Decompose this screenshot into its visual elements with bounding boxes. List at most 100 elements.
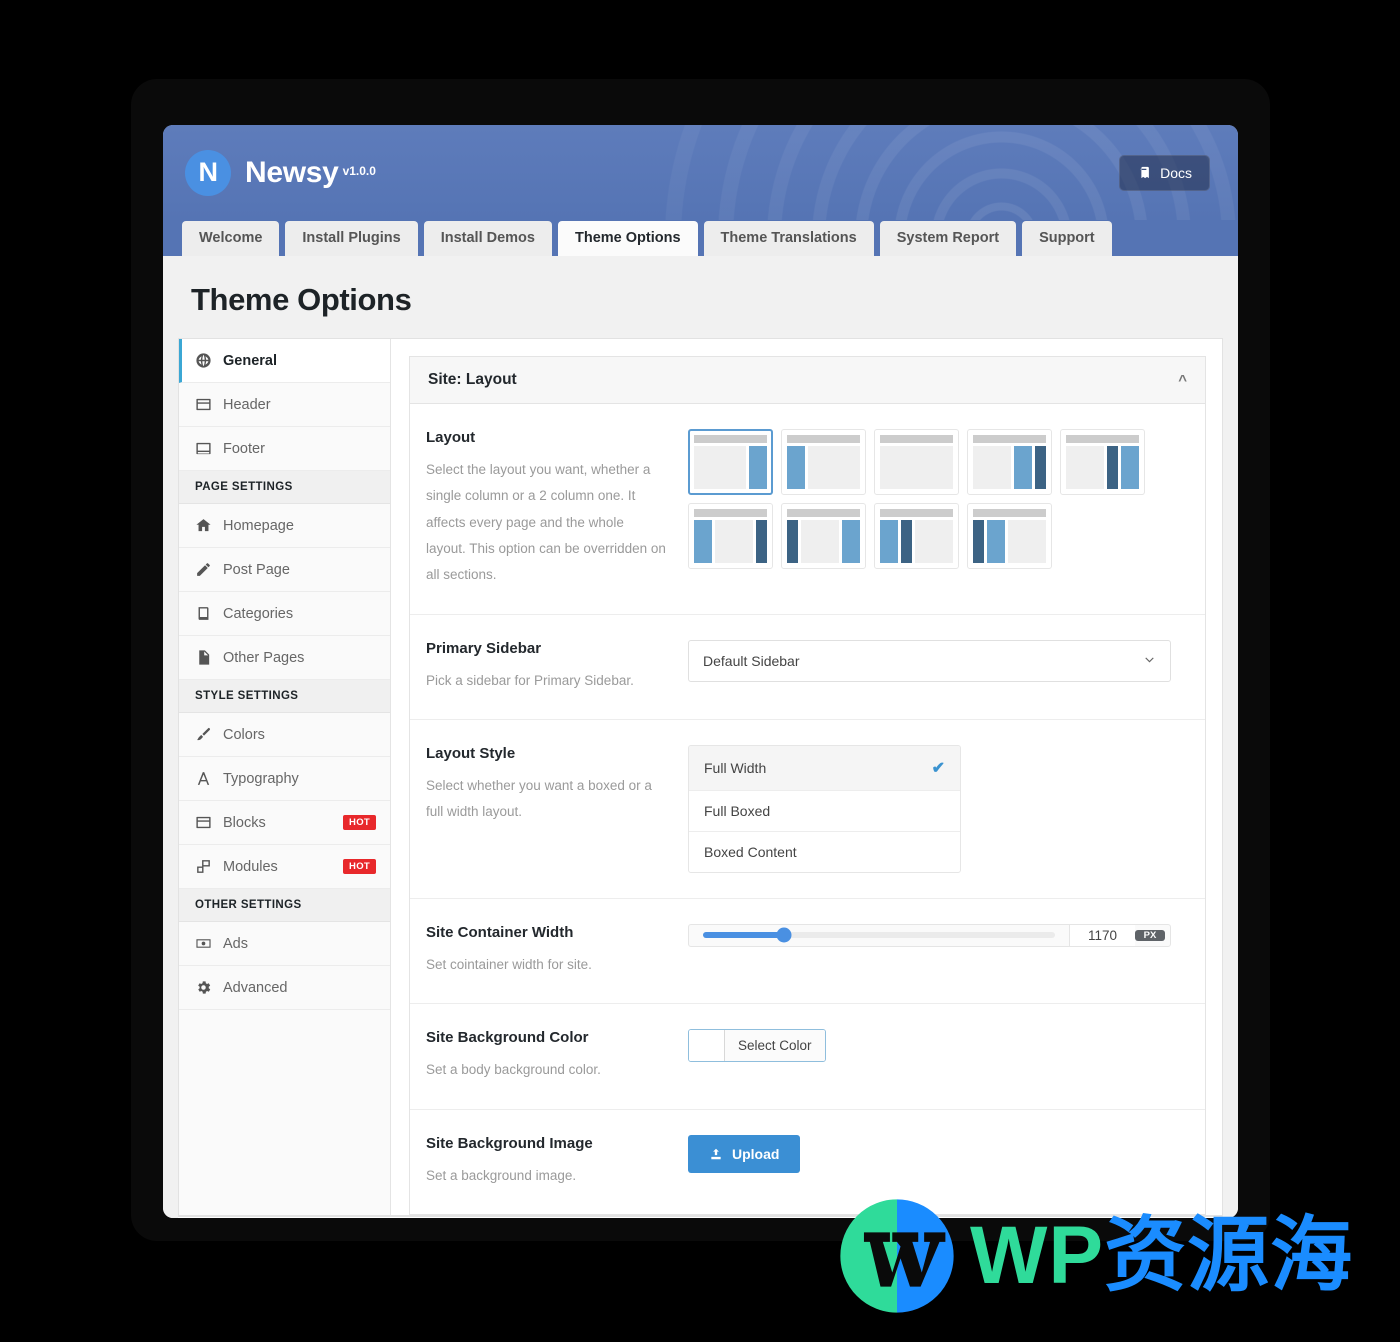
book-icon (195, 605, 212, 622)
layout-style-options: Full Width ✔ Full Boxed Boxed Content (688, 744, 961, 873)
sidebar-item-label: Categories (223, 605, 294, 622)
block-icon (195, 814, 212, 831)
sidebar-item-other-pages[interactable]: Other Pages (179, 636, 390, 680)
tab-theme-translations[interactable]: Theme Translations (703, 220, 874, 256)
field-description: Set a background image. (426, 1167, 577, 1183)
layout-option-left-right-sidebars[interactable] (688, 503, 773, 569)
brush-icon (195, 726, 212, 743)
footer-layout-icon (195, 440, 212, 457)
sidebar-item-label: Homepage (223, 517, 294, 534)
docs-button[interactable]: Docs (1119, 154, 1210, 191)
sidebar-item-header[interactable]: Header (179, 383, 390, 427)
tab-install-demos[interactable]: Install Demos (423, 220, 552, 256)
slider-track-area[interactable] (689, 925, 1069, 946)
layout-option-left-right-sidebars-alt[interactable] (781, 503, 866, 569)
sidebar-item-post-page[interactable]: Post Page (179, 548, 390, 592)
field-label: Layout Style Select whether you want a b… (426, 745, 688, 873)
globe-icon (195, 352, 212, 369)
check-icon: ✔ (931, 759, 945, 777)
field-layout-style: Layout Style Select whether you want a b… (410, 720, 1205, 899)
layout-style-option-full-boxed[interactable]: Full Boxed (689, 791, 960, 832)
sidebar-item-colors[interactable]: Colors (179, 713, 390, 757)
select-value: Default Sidebar (703, 652, 800, 669)
wordpress-logo-icon (840, 1199, 954, 1313)
letter-a-icon (195, 770, 212, 787)
field-control: 1170 PX (688, 923, 1187, 978)
option-label: Full Boxed (704, 802, 771, 819)
layout-style-option-full-width[interactable]: Full Width ✔ (689, 745, 960, 791)
tab-welcome[interactable]: Welcome (182, 220, 280, 256)
field-title: Layout Style (426, 744, 516, 762)
chevron-up-icon[interactable]: ^ (1178, 372, 1187, 389)
field-title: Site Background Color (426, 1029, 589, 1047)
book-icon (1137, 165, 1152, 180)
sidebar-item-homepage[interactable]: Homepage (179, 504, 390, 548)
sidebar-item-advanced[interactable]: Advanced (179, 966, 390, 1010)
brand-header: N Newsy v1.0.0 Docs (163, 125, 1238, 220)
layout-option-left-two-sidebars[interactable] (874, 503, 959, 569)
tab-install-plugins[interactable]: Install Plugins (285, 220, 418, 256)
field-control: Select Color (688, 1029, 1187, 1083)
slider-fill (703, 932, 784, 939)
chevron-down-icon (1143, 653, 1156, 669)
section-header[interactable]: Site: Layout ^ (410, 357, 1205, 404)
field-control: Default Sidebar (688, 639, 1187, 694)
layout-option-left-two-sidebars-alt[interactable] (967, 503, 1052, 569)
field-description: Select the layout you want, whether a si… (426, 462, 666, 583)
container-width-value[interactable]: 1170 (1069, 924, 1135, 946)
docs-label: Docs (1160, 164, 1192, 181)
section-title: Site: Layout (428, 371, 517, 388)
watermark: WP 资源海 (838, 1197, 1353, 1315)
newsy-logo-icon: N (185, 149, 231, 196)
sidebar-item-label: Advanced (223, 979, 288, 996)
slider-track[interactable] (703, 927, 1055, 943)
brand-title: Newsy v1.0.0 (245, 156, 376, 190)
field-description: Select whether you want a boxed or a ful… (426, 777, 652, 820)
tab-support[interactable]: Support (1022, 220, 1112, 256)
tab-theme-options[interactable]: Theme Options (557, 220, 698, 256)
tab-system-report[interactable]: System Report (879, 220, 1017, 256)
field-label: Site Background Image Set a background i… (426, 1135, 688, 1189)
sidebar-item-footer[interactable]: Footer (179, 427, 390, 471)
layout-thumbnail-grid (688, 429, 1173, 569)
options-sidebar: General Header Footer PAGE SETTINGS Home… (179, 339, 391, 1215)
container-width-unit[interactable]: PX (1135, 929, 1165, 941)
file-icon (195, 649, 212, 666)
sidebar-item-general[interactable]: General (179, 339, 390, 383)
field-description: Set cointainer width for site. (426, 956, 592, 972)
watermark-cn: 资源海 (1104, 1210, 1354, 1301)
layout-style-option-boxed-content[interactable]: Boxed Content (689, 832, 960, 872)
field-site-background-color: Site Background Color Set a body backgro… (410, 1004, 1205, 1110)
slider-handle[interactable] (776, 927, 792, 943)
sidebar-item-modules[interactable]: Modules HOT (179, 845, 390, 889)
upload-button[interactable]: Upload (688, 1134, 801, 1173)
sidebar-item-label: Ads (223, 935, 248, 952)
sidebar-item-blocks[interactable]: Blocks HOT (179, 801, 390, 845)
options-content: Site: Layout ^ Layout Select the layout … (391, 339, 1222, 1215)
site-layout-section: Site: Layout ^ Layout Select the layout … (409, 356, 1206, 1215)
field-site-container-width: Site Container Width Set cointainer widt… (410, 899, 1205, 1005)
color-swatch (689, 1030, 725, 1062)
container-width-slider-group: 1170 PX (688, 923, 1171, 947)
sidebar-item-ads[interactable]: Ads (179, 922, 390, 966)
sidebar-group-style-settings: STYLE SETTINGS (179, 680, 390, 713)
page-body: Theme Options General Header Footer PAGE… (163, 256, 1238, 1218)
watermark-en: WP (970, 1210, 1105, 1301)
status-badge: HOT (343, 815, 376, 830)
watermark-text: WP 资源海 (970, 1215, 1353, 1297)
layout-option-left-sidebar[interactable] (781, 429, 866, 495)
layout-option-right-two-sidebars-alt[interactable] (1060, 429, 1145, 495)
sidebar-group-other-settings: OTHER SETTINGS (179, 889, 390, 922)
layout-option-full-width[interactable] (874, 429, 959, 495)
sidebar-item-typography[interactable]: Typography (179, 757, 390, 801)
sidebar-item-label: Post Page (223, 561, 290, 578)
banknote-icon (195, 935, 212, 952)
layout-option-right-sidebar[interactable] (688, 429, 773, 495)
layout-option-right-two-sidebars[interactable] (967, 429, 1052, 495)
sidebar-item-categories[interactable]: Categories (179, 592, 390, 636)
color-picker-button[interactable]: Select Color (688, 1029, 826, 1063)
primary-sidebar-select[interactable]: Default Sidebar (688, 639, 1171, 682)
options-panel: General Header Footer PAGE SETTINGS Home… (178, 338, 1223, 1216)
option-label: Full Width (704, 759, 767, 776)
sidebar-item-label: Blocks (223, 814, 266, 831)
